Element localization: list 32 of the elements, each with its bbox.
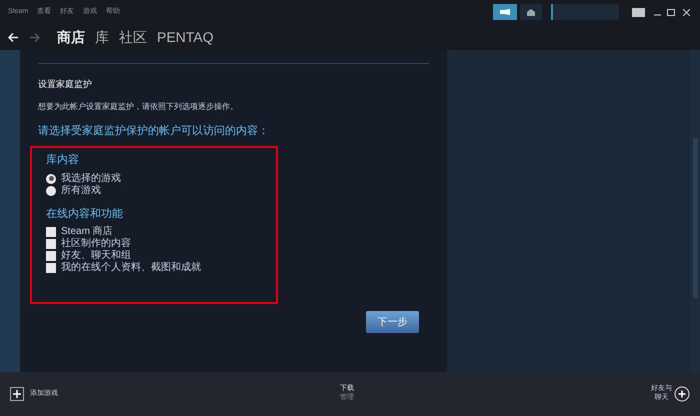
close-icon[interactable] [683, 8, 690, 16]
maximize-icon[interactable] [667, 8, 675, 16]
section-heading: 在线内容和功能 [46, 206, 124, 222]
nav-tab[interactable]: 商店 [57, 30, 85, 44]
option-label: 好友、聊天和组 [61, 251, 131, 261]
nav-tab[interactable]: 库 [95, 30, 109, 44]
checkbox[interactable] [46, 263, 56, 273]
page-description: 想要为此帐户设置家庭监护，请依照下列选项逐步操作。 [38, 103, 239, 111]
option-label: 所有游戏 [61, 186, 101, 196]
back-arrow-icon[interactable] [8, 32, 18, 42]
section-heading: 库内容 [46, 152, 80, 168]
option-label: Steam 商店 [61, 227, 113, 237]
checkbox[interactable] [46, 227, 56, 237]
radio-button[interactable] [46, 186, 56, 196]
option-label: 我的在线个人资料、截图和成就 [61, 263, 201, 273]
page-title: 设置家庭监护 [38, 80, 93, 89]
checkbox[interactable] [46, 251, 56, 261]
radio-button[interactable] [46, 174, 56, 184]
plus-icon [10, 387, 24, 401]
account-dropdown[interactable] [551, 4, 619, 20]
chat-plus-icon [674, 386, 690, 402]
big-picture-button[interactable] [632, 8, 645, 16]
section-prompt: 请选择受家庭监护保护的帐户可以访问的内容： [38, 126, 270, 137]
option-label: 我选择的游戏 [61, 174, 121, 184]
scrollbar-thumb[interactable] [692, 138, 698, 298]
option-label: 社区制作的内容 [61, 239, 131, 249]
nav-tab[interactable]: PENTAQ [157, 30, 214, 44]
nav-tab[interactable]: 社区 [119, 30, 147, 44]
checkbox[interactable] [46, 239, 56, 249]
next-button[interactable]: 下一步 [366, 311, 419, 333]
notification-button[interactable] [520, 4, 542, 20]
announcement-button[interactable] [493, 4, 517, 20]
